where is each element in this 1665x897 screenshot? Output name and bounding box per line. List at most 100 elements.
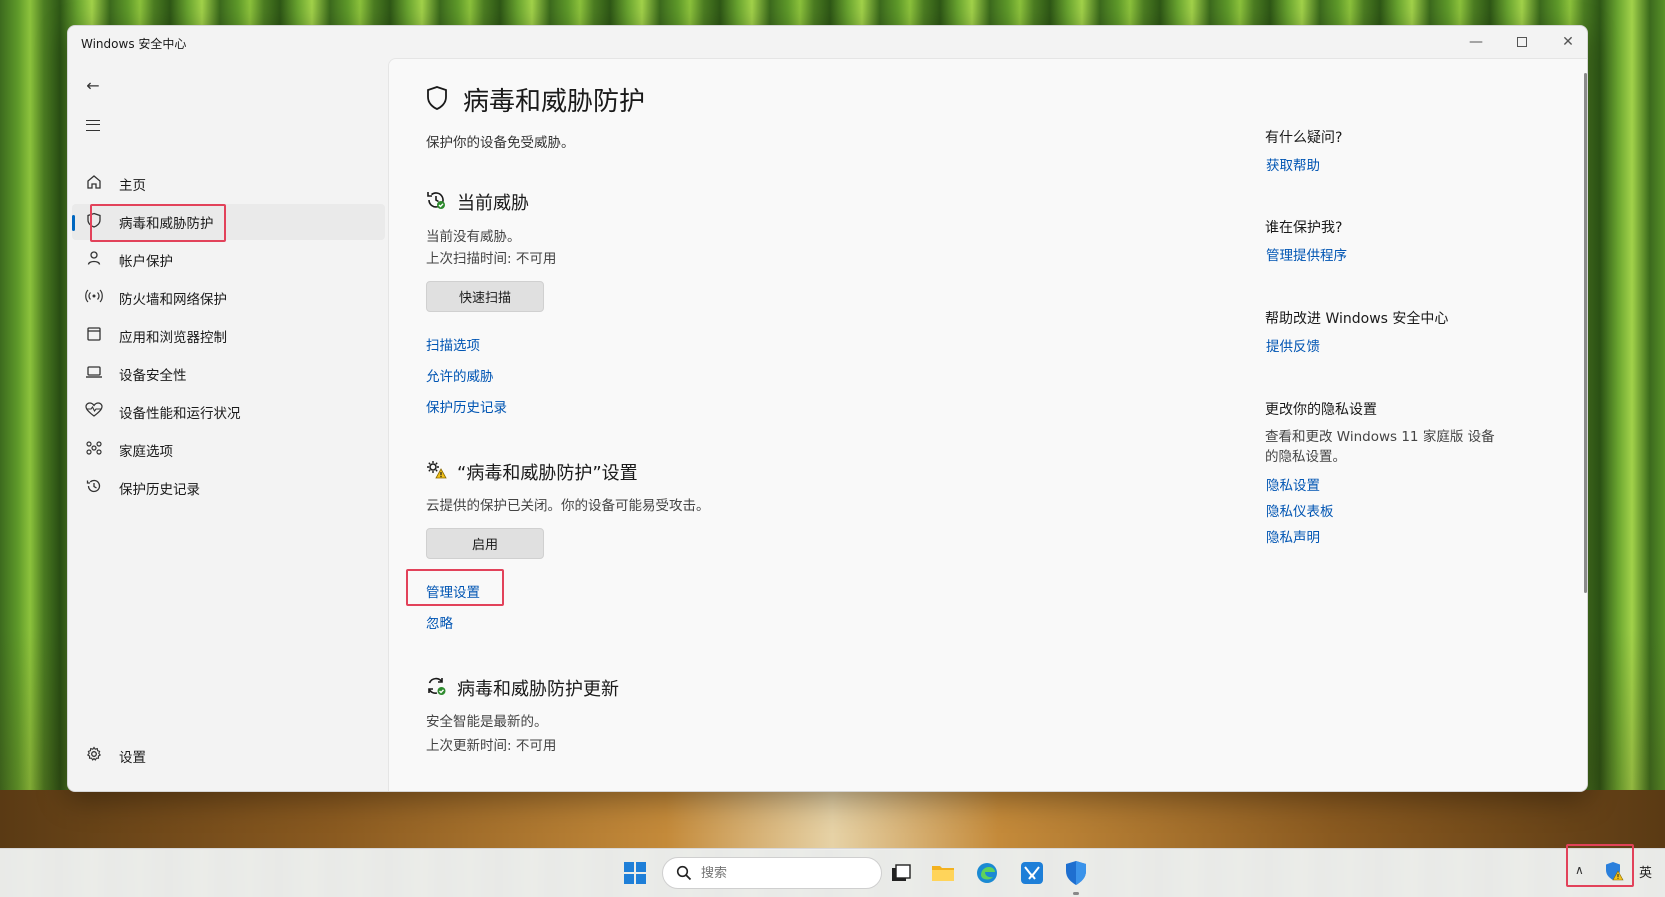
minimize-button[interactable]: — bbox=[1453, 26, 1499, 58]
last-update-text: 上次更新时间: 不可用 bbox=[426, 738, 557, 754]
sidebar-item-protection-history[interactable]: 保护历史记录 bbox=[72, 470, 385, 506]
back-button[interactable]: ← bbox=[78, 70, 108, 100]
sidebar-item-home[interactable]: 主页 bbox=[72, 166, 385, 202]
sidebar-item-label: 设备性能和运行状况 bbox=[119, 406, 241, 422]
page-subtitle: 保护你的设备免受威胁。 bbox=[426, 135, 575, 151]
threat-status-text: 当前没有威胁。 bbox=[426, 229, 521, 245]
privacy-description: 查看和更改 Windows 11 家庭版 设备的隐私设置。 bbox=[1265, 429, 1495, 465]
edge-icon bbox=[977, 863, 997, 883]
laptop-icon bbox=[85, 364, 103, 384]
vertical-scrollbar[interactable] bbox=[1584, 73, 1587, 593]
enable-button[interactable]: 启用 bbox=[426, 528, 544, 559]
start-button[interactable] bbox=[620, 858, 650, 888]
get-help-link[interactable]: 获取帮助 bbox=[1266, 154, 1320, 174]
sidebar-item-device-health[interactable]: 设备性能和运行状况 bbox=[72, 394, 385, 430]
help-question-heading: 有什么疑问? bbox=[1265, 130, 1343, 146]
taskbar-search[interactable] bbox=[662, 857, 882, 889]
sidebar-item-settings[interactable]: 设置 bbox=[72, 738, 385, 774]
sidebar-item-account[interactable]: 帐户保护 bbox=[72, 242, 385, 278]
intelligence-status-text: 安全智能是最新的。 bbox=[426, 714, 548, 730]
family-icon bbox=[85, 440, 103, 460]
section-title: “病毒和威胁防护”设置 bbox=[457, 463, 638, 484]
sidebar-item-label: 主页 bbox=[119, 178, 146, 194]
sidebar-item-label: 设备安全性 bbox=[119, 368, 187, 384]
highlight-box-nav bbox=[90, 204, 226, 242]
page-header: 病毒和威胁防护 bbox=[425, 81, 645, 118]
security-center-window: Windows 安全中心 — ✕ ← 主页 病毒和威胁防护 帐户保护 防火墙和网… bbox=[67, 25, 1588, 792]
ignore-link[interactable]: 忽略 bbox=[426, 612, 453, 632]
task-view-button[interactable] bbox=[886, 858, 916, 888]
sidebar-item-label: 帐户保护 bbox=[119, 254, 173, 270]
active-indicator bbox=[72, 215, 75, 231]
windows-logo-icon bbox=[624, 862, 646, 884]
hamburger-icon bbox=[86, 119, 100, 131]
improve-heading: 帮助改进 Windows 安全中心 bbox=[1265, 311, 1449, 327]
section-title: 病毒和威胁防护更新 bbox=[457, 679, 619, 700]
scan-options-link[interactable]: 扫描选项 bbox=[426, 334, 480, 354]
folder-icon bbox=[932, 866, 954, 881]
app-title: Windows 安全中心 bbox=[81, 37, 187, 51]
privacy-statement-link[interactable]: 隐私声明 bbox=[1266, 526, 1320, 546]
windows-security-taskbar-button[interactable] bbox=[1061, 858, 1091, 888]
close-icon: ✕ bbox=[1562, 34, 1574, 50]
wifi-antenna-icon bbox=[85, 288, 103, 308]
wallpaper-path bbox=[0, 790, 1665, 850]
privacy-heading: 更改你的隐私设置 bbox=[1265, 402, 1377, 418]
allowed-threats-link[interactable]: 允许的威胁 bbox=[426, 365, 494, 385]
sidebar-item-device-security[interactable]: 设备安全性 bbox=[72, 356, 385, 392]
privacy-dashboard-link[interactable]: 隐私仪表板 bbox=[1266, 500, 1334, 520]
protection-history-link[interactable]: 保护历史记录 bbox=[426, 396, 507, 416]
security-shield-icon bbox=[1066, 861, 1086, 885]
page-title: 病毒和威胁防护 bbox=[463, 87, 646, 117]
title-bar[interactable]: Windows 安全中心 — ✕ bbox=[68, 26, 1587, 58]
sidebar-item-label: 保护历史记录 bbox=[119, 482, 200, 498]
home-icon bbox=[85, 174, 103, 194]
input-language-indicator[interactable]: 英 bbox=[1639, 862, 1652, 881]
protection-updates-header: 病毒和威胁防护更新 bbox=[425, 675, 619, 701]
search-icon bbox=[675, 864, 693, 882]
sidebar-item-app-browser[interactable]: 应用和浏览器控制 bbox=[72, 318, 385, 354]
highlight-box-manage bbox=[406, 569, 504, 606]
sidebar-item-label: 家庭选项 bbox=[119, 444, 173, 460]
sidebar-item-family[interactable]: 家庭选项 bbox=[72, 432, 385, 468]
privacy-settings-link[interactable]: 隐私设置 bbox=[1266, 474, 1320, 494]
current-threats-header: 当前威胁 bbox=[425, 189, 529, 215]
sidebar-item-label: 应用和浏览器控制 bbox=[119, 330, 227, 346]
update-refresh-icon bbox=[425, 675, 447, 701]
sidebar: ← 主页 病毒和威胁防护 帐户保护 防火墙和网络保护 应用和浏览器控制 设备安全… bbox=[68, 58, 388, 791]
back-arrow-icon: ← bbox=[86, 75, 100, 95]
main-content: 病毒和威胁防护 保护你的设备免受威胁。 当前威胁 当前没有威胁。 上次扫描时间:… bbox=[388, 58, 1587, 791]
minimize-icon: — bbox=[1469, 34, 1483, 50]
highlight-box-tray bbox=[1566, 844, 1634, 887]
quick-scan-button[interactable]: 快速扫描 bbox=[426, 281, 544, 312]
settings-warning-icon bbox=[425, 459, 447, 485]
threat-scan-icon bbox=[425, 189, 447, 215]
cloud-protection-status-text: 云提供的保护已关闭。你的设备可能易受攻击。 bbox=[426, 498, 710, 514]
last-scan-text: 上次扫描时间: 不可用 bbox=[426, 251, 557, 267]
search-input[interactable] bbox=[701, 865, 861, 881]
protection-settings-header: “病毒和威胁防护”设置 bbox=[425, 459, 638, 485]
file-explorer-button[interactable] bbox=[928, 858, 958, 888]
maximize-icon bbox=[1517, 37, 1527, 47]
who-protects-heading: 谁在保护我? bbox=[1265, 220, 1343, 236]
sidebar-item-label: 防火墙和网络保护 bbox=[119, 292, 227, 308]
app-button[interactable] bbox=[1017, 858, 1047, 888]
shield-icon bbox=[425, 85, 449, 115]
sidebar-item-firewall[interactable]: 防火墙和网络保护 bbox=[72, 280, 385, 316]
feedback-link[interactable]: 提供反馈 bbox=[1266, 335, 1320, 355]
close-button[interactable]: ✕ bbox=[1545, 26, 1587, 58]
history-icon bbox=[85, 478, 103, 498]
task-view-icon bbox=[892, 864, 911, 881]
manage-providers-link[interactable]: 管理提供程序 bbox=[1266, 244, 1347, 264]
edge-browser-button[interactable] bbox=[972, 858, 1002, 888]
section-title: 当前威胁 bbox=[457, 193, 529, 214]
menu-button[interactable] bbox=[78, 110, 108, 140]
heart-pulse-icon bbox=[85, 402, 103, 422]
taskbar: ∧ 英 bbox=[0, 844, 1665, 897]
sidebar-item-label: 设置 bbox=[119, 750, 146, 766]
maximize-button[interactable] bbox=[1499, 26, 1545, 58]
gear-icon bbox=[85, 746, 103, 766]
app-icon bbox=[1021, 862, 1043, 884]
app-window-icon bbox=[85, 326, 103, 346]
running-indicator bbox=[1073, 892, 1079, 895]
